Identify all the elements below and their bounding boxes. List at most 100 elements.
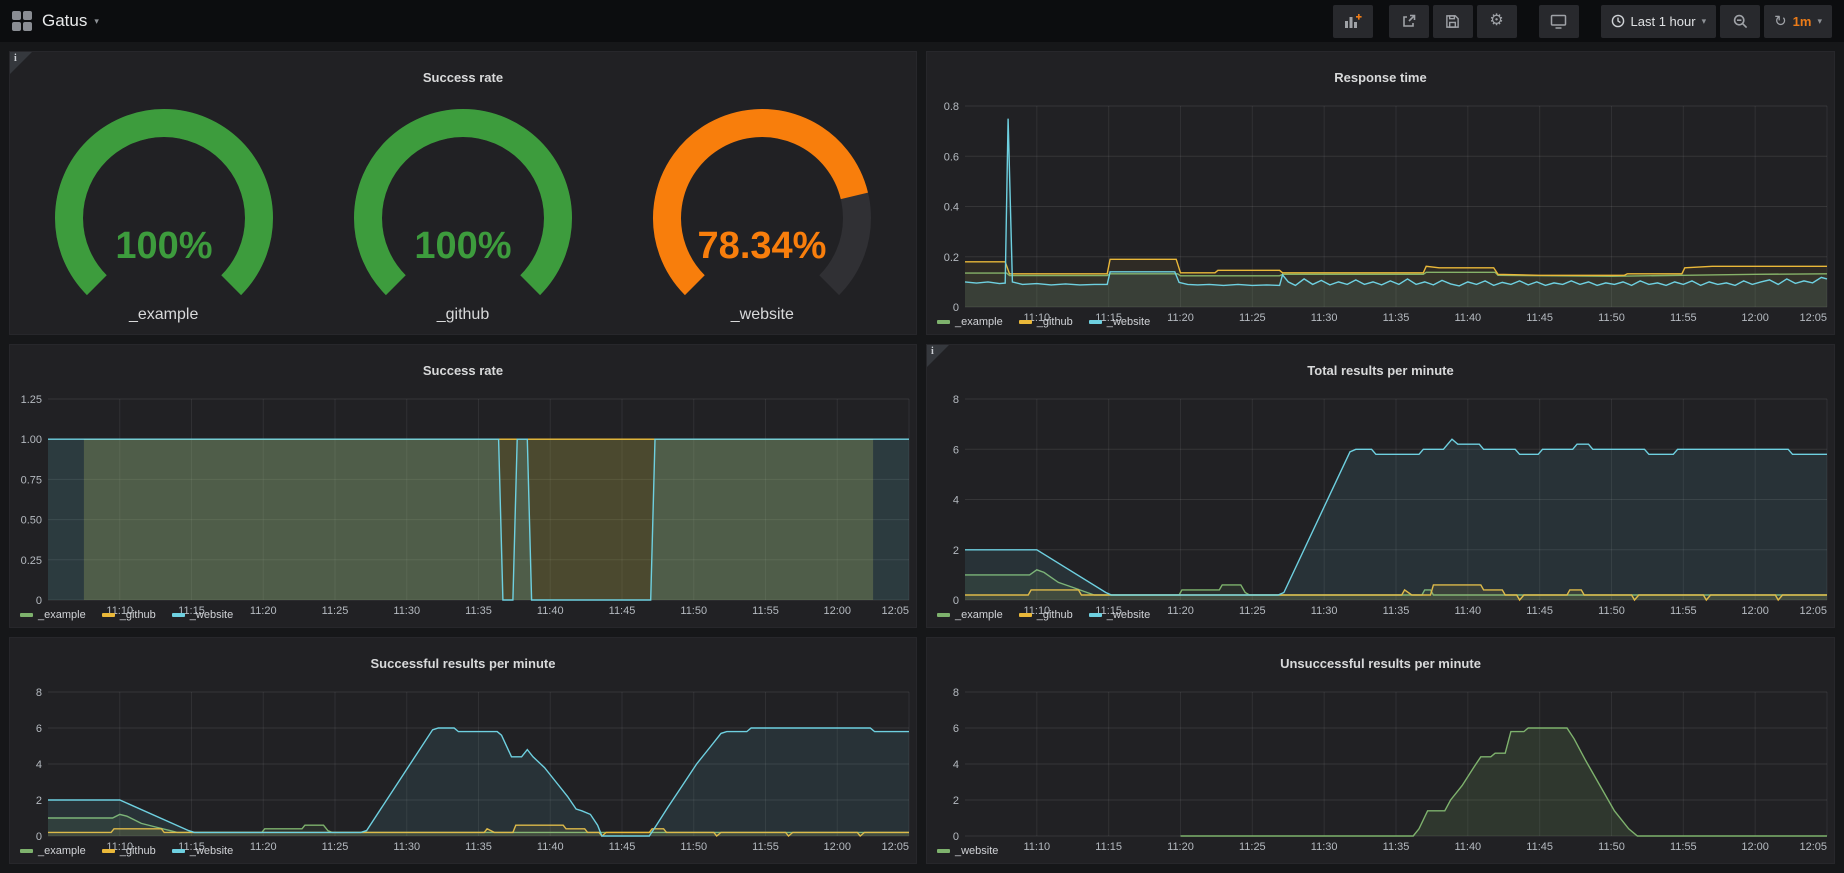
chart-legend: _example _github _website [10,608,916,627]
legend-swatch [172,849,185,853]
y-tick-label: 8 [953,394,959,406]
response-time-chart: 11:1011:1511:2011:2511:3011:3511:4011:45… [927,98,1834,315]
y-tick-label: 0.2 [944,251,959,263]
chart-canvas: 11:1011:1511:2011:2511:3011:3511:4011:45… [10,684,916,856]
panel-title[interactable]: Response time [927,63,1834,87]
legend-swatch [1089,613,1102,617]
chart-legend: _example _github _website [927,608,1834,627]
chart-canvas: 11:1011:1511:2011:2511:3011:3511:4011:45… [927,684,1834,856]
panel-info-corner-icon[interactable]: i [10,52,32,74]
legend-label: _github [1037,609,1073,621]
y-tick-label: 1.00 [21,434,42,446]
y-tick-label: 4 [953,759,959,771]
legend-swatch [937,849,950,853]
y-tick-label: 2 [36,795,42,807]
gauge-label: _github [437,306,490,324]
legend-item-_example[interactable]: _example [20,845,86,857]
y-tick-label: 0.75 [21,474,42,486]
chevron-down-icon: ▾ [1702,16,1707,27]
panel-title[interactable]: Total results per minute [927,356,1834,380]
legend-swatch [1089,320,1102,324]
zoom-out-button[interactable] [1720,5,1760,38]
legend-item-_website[interactable]: _website [1089,609,1150,621]
gear-icon: ⚙ [1489,13,1503,29]
panel-info-corner-icon[interactable]: i [927,345,949,367]
y-tick-label: 0 [36,595,42,607]
successful-results-chart: 11:1011:1511:2011:2511:3011:3511:4011:45… [10,684,916,844]
add-panel-icon [1344,13,1362,29]
panel-title[interactable]: Success rate [10,356,916,380]
refresh-picker[interactable]: ↻ 1m ▾ [1764,5,1832,38]
legend-item-_website[interactable]: _website [172,609,233,621]
clock-icon [1611,14,1625,28]
legend-item-_example[interactable]: _example [937,316,1003,328]
time-range-label: Last 1 hour [1631,14,1696,29]
legend-label: _example [955,316,1003,328]
gauge-label: _website [731,306,794,324]
legend-swatch [20,849,33,853]
y-tick-label: 0.25 [21,554,42,566]
panel-title[interactable]: Successful results per minute [10,649,916,673]
legend-label: _github [1037,316,1073,328]
legend-swatch [102,613,115,617]
dashboard-grid-icon[interactable] [12,11,32,31]
share-button[interactable] [1389,5,1429,38]
y-tick-label: 8 [953,687,959,699]
panel-title[interactable]: Unsuccessful results per minute [927,649,1834,673]
y-tick-label: 6 [953,723,959,735]
top-navbar: Gatus ▾ [0,0,1844,42]
y-tick-label: 6 [953,444,959,456]
chart-legend: _example _github _website [10,844,916,863]
series-area-_website [1181,728,1828,836]
legend-item-_example[interactable]: _example [937,609,1003,621]
chart-canvas: 11:1011:1511:2011:2511:3011:3511:4011:45… [927,391,1834,620]
legend-item-_website[interactable]: _website [172,845,233,857]
unsuccessful-results-chart: 11:1011:1511:2011:2511:3011:3511:4011:45… [927,684,1834,844]
legend-label: _github [120,609,156,621]
gauge-canvas: 78.34% [622,108,902,306]
legend-item-_github[interactable]: _github [1019,316,1073,328]
legend-item-_github[interactable]: _github [102,609,156,621]
legend-item-_github[interactable]: _github [1019,609,1073,621]
legend-label: _example [38,845,86,857]
time-range-picker[interactable]: Last 1 hour ▾ [1601,5,1717,38]
panel-successful-results: Successful results per minute 11:1011:15… [9,637,917,864]
gauge-row: 100%_example100%_github78.34%_website [10,98,916,334]
legend-swatch [1019,320,1032,324]
y-tick-label: 4 [36,759,42,771]
y-tick-label: 2 [953,795,959,807]
panel-title[interactable]: Success rate [10,63,916,87]
magnifier-minus-icon [1733,14,1748,29]
dashboard-grid: i Success rate 100%_example100%_github78… [0,42,1844,873]
settings-button[interactable]: ⚙ [1477,5,1517,38]
chart-legend: _website [927,844,1834,863]
gauge-value-text: 78.34% [698,225,827,267]
chart-canvas: 11:1011:1511:2011:2511:3011:3511:4011:45… [10,391,916,620]
tv-mode-button[interactable] [1539,5,1579,38]
save-button[interactable] [1433,5,1473,38]
y-tick-label: 0 [953,302,959,314]
chart-canvas: 11:1011:1511:2011:2511:3011:3511:4011:45… [927,98,1834,327]
legend-item-_website[interactable]: _website [1089,316,1150,328]
legend-label: _website [1107,316,1150,328]
gauge-_website: 78.34% _website [622,108,902,324]
y-tick-label: 1.25 [21,394,42,406]
total-results-chart: 11:1011:1511:2011:2511:3011:3511:4011:45… [927,391,1834,608]
legend-swatch [1019,613,1032,617]
legend-swatch [172,613,185,617]
chart-legend: _example _github _website [927,315,1834,334]
legend-label: _example [955,609,1003,621]
legend-label: _website [190,609,233,621]
gauge-value-text: 100% [414,225,511,267]
gauge-_github: 100% _github [323,108,603,324]
y-tick-label: 0.8 [944,101,959,113]
dashboard-title: Gatus [42,11,87,31]
legend-item-_website[interactable]: _website [937,845,998,857]
dashboard-title-dropdown[interactable]: Gatus ▾ [42,11,99,31]
y-tick-label: 0.6 [944,151,959,163]
add-panel-button[interactable] [1333,5,1373,38]
refresh-icon: ↻ [1774,14,1787,29]
success-rate-chart: 11:1011:1511:2011:2511:3011:3511:4011:45… [10,391,916,608]
legend-item-_github[interactable]: _github [102,845,156,857]
legend-item-_example[interactable]: _example [20,609,86,621]
